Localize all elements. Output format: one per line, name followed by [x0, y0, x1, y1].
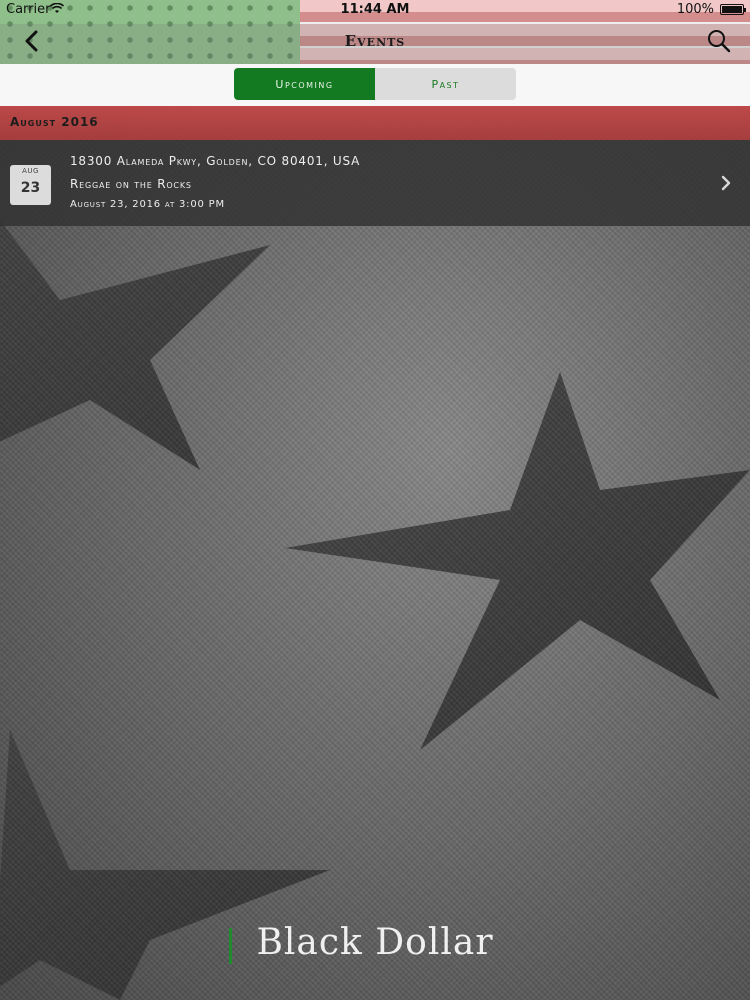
embroidered-star [0, 220, 270, 470]
tab-upcoming[interactable]: Upcoming [234, 68, 375, 100]
date-badge-month: AUG [22, 167, 39, 175]
segmented-control: Upcoming Past [234, 68, 516, 100]
tab-past[interactable]: Past [375, 68, 516, 100]
section-label: August 2016 [10, 115, 99, 129]
page-title: Events [344, 32, 406, 50]
event-address: 18300 Alameda Pkwy, Golden, CO 80401, US… [70, 154, 361, 168]
embroidered-star [285, 372, 750, 750]
battery-icon [720, 4, 746, 15]
section-header: August 2016 [0, 106, 750, 140]
event-list-item[interactable]: AUG 23 18300 Alameda Pkwy, Golden, CO 80… [0, 140, 750, 226]
brand-logo: Black Dollar [256, 922, 494, 963]
segmented-control-bar: Upcoming Past [0, 64, 750, 106]
battery-percentage: 100% [676, 2, 714, 17]
date-badge: AUG 23 [10, 165, 51, 205]
status-bar: Carrier 11:44 AM 100% [0, 0, 750, 20]
event-datetime: August 23, 2016 at 3:00 PM [70, 199, 225, 210]
event-title: Reggae on the Rocks [70, 177, 192, 191]
clock-time: 11:44 AM [340, 2, 410, 17]
search-button[interactable] [706, 28, 732, 54]
search-icon [708, 30, 731, 53]
chevron-right-icon [721, 175, 731, 191]
date-badge-day: 23 [20, 180, 41, 196]
